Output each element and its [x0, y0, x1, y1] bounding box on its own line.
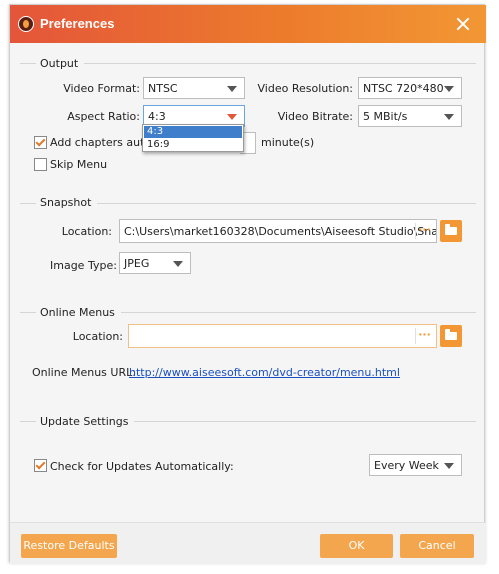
aspect-ratio-option-4-3[interactable]: 4:3: [144, 126, 242, 138]
online-menus-browse-button[interactable]: [440, 325, 462, 347]
dialog-footer: Restore Defaults OK Cancel: [10, 522, 486, 564]
snapshot-browse-button[interactable]: [440, 220, 462, 242]
snapshot-location-field[interactable]: C:\Users\market160328\Documents\Aiseesof…: [119, 219, 437, 243]
video-resolution-label: Video Resolution:: [257, 82, 354, 95]
update-frequency-value: Every Week: [374, 459, 439, 472]
online-menus-section-title: Online Menus: [36, 306, 121, 319]
video-resolution-select[interactable]: NTSC 720*480: [358, 77, 462, 99]
chevron-down-icon: [173, 261, 183, 267]
snapshot-location-value: C:\Users\market160328\Documents\Aiseesof…: [124, 225, 437, 238]
chevron-down-icon: [444, 86, 454, 92]
video-bitrate-value: 5 MBit/s: [363, 110, 408, 123]
video-resolution-value: NTSC 720*480: [363, 82, 444, 95]
close-icon[interactable]: [456, 17, 470, 31]
add-chapters-checkbox[interactable]: [34, 136, 47, 149]
folder-icon: [445, 224, 457, 235]
snapshot-location-label: Location:: [61, 225, 112, 238]
image-type-value: JPEG: [124, 257, 150, 270]
more-options-icon[interactable]: ···: [415, 328, 433, 344]
online-menus-url-link[interactable]: http://www.aiseesoft.com/dvd-creator/men…: [129, 366, 400, 379]
aspect-ratio-option-16-9[interactable]: 16:9: [144, 139, 242, 151]
folder-icon: [445, 329, 457, 340]
window-title: Preferences: [40, 16, 115, 31]
output-divider: [20, 63, 476, 64]
image-type-label: Image Type:: [50, 259, 117, 272]
cancel-button[interactable]: Cancel: [400, 534, 474, 558]
skip-menu-label: Skip Menu: [50, 158, 108, 171]
preferences-dialog: Preferences Output Video Format: NTSC Vi…: [9, 4, 486, 564]
aspect-ratio-label: Aspect Ratio:: [67, 110, 140, 123]
chevron-down-icon: [227, 86, 237, 92]
online-menus-location-field[interactable]: ···: [128, 324, 437, 348]
check-updates-label: Check for Updates Automatically:: [50, 460, 234, 473]
ok-button[interactable]: OK: [320, 534, 393, 558]
online-menus-location-label: Location:: [72, 330, 123, 343]
app-logo-icon: [18, 16, 34, 32]
video-format-label: Video Format:: [63, 82, 140, 95]
title-bar: Preferences: [10, 5, 486, 43]
chevron-down-icon: [444, 463, 454, 469]
video-format-select[interactable]: NTSC: [143, 77, 245, 99]
snapshot-section-title: Snapshot: [36, 196, 98, 209]
aspect-ratio-dropdown-list: 4:3 16:9: [142, 124, 244, 152]
update-settings-section-title: Update Settings: [36, 415, 135, 428]
video-bitrate-label: Video Bitrate:: [277, 110, 353, 123]
output-section-title: Output: [36, 57, 85, 70]
chapter-interval-unit: minute(s): [261, 136, 315, 149]
video-format-value: NTSC: [148, 82, 178, 95]
chevron-down-icon: [444, 114, 454, 120]
restore-defaults-button[interactable]: Restore Defaults: [21, 534, 117, 558]
check-updates-checkbox[interactable]: [34, 459, 47, 472]
skip-menu-checkbox[interactable]: [34, 158, 47, 171]
online-menus-url-label: Online Menus URL:: [32, 366, 136, 379]
aspect-ratio-value: 4:3: [148, 110, 166, 123]
image-type-select[interactable]: JPEG: [119, 252, 191, 274]
video-bitrate-select[interactable]: 5 MBit/s: [358, 105, 462, 127]
chevron-down-icon: [227, 114, 237, 120]
update-frequency-select[interactable]: Every Week: [369, 454, 462, 476]
more-options-icon[interactable]: ···: [415, 223, 433, 239]
